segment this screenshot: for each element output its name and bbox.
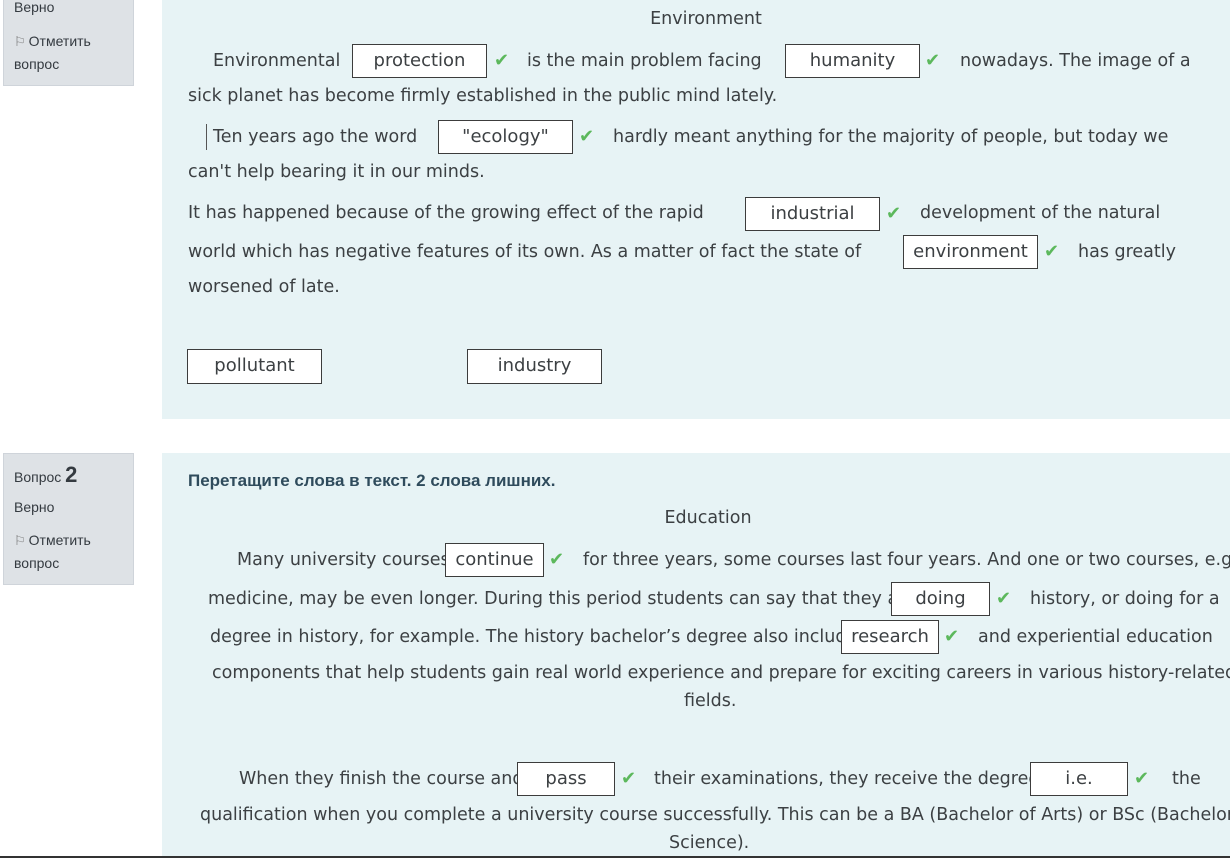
check-icon: ✔: [1134, 768, 1150, 789]
text-fragment: the: [1172, 769, 1201, 789]
text-fragment: their examinations, they receive the deg…: [654, 769, 1045, 789]
text-fragment: development of the natural: [920, 203, 1161, 223]
flag-question-button[interactable]: ⚐ Отметить вопрос: [14, 30, 91, 76]
question-content-2: Перетащите слова в текст. 2 слова лишних…: [162, 453, 1230, 858]
flag-label: Отметить: [28, 532, 91, 548]
text-fragment: Ten years ago the word: [213, 127, 418, 147]
text-fragment: can't help bearing it in our minds.: [188, 162, 485, 182]
question-state: Верно: [14, 499, 55, 515]
text-fragment: is the main problem facing: [527, 51, 762, 71]
text-fragment: It has happened because of the growing e…: [188, 203, 704, 223]
check-icon: ✔: [549, 549, 565, 570]
check-icon: ✔: [1044, 241, 1060, 262]
drop-zone-research[interactable]: research: [841, 620, 939, 654]
text-fragment: sick planet has become firmly establishe…: [188, 86, 778, 106]
question-label: Вопрос: [14, 469, 62, 485]
text-fragment: history, or doing for a: [1030, 589, 1220, 609]
drag-choice-pollutant[interactable]: pollutant: [187, 349, 322, 384]
text-fragment: fields.: [684, 691, 737, 711]
check-icon: ✔: [579, 126, 595, 147]
check-icon: ✔: [944, 626, 960, 647]
drop-zone-industrial[interactable]: industrial: [745, 197, 880, 231]
flag-label-2: вопрос: [14, 56, 60, 72]
check-icon: ✔: [494, 50, 510, 71]
drop-zone-doing[interactable]: doing: [891, 582, 990, 616]
question-info-1: Верно ⚐ Отметить вопрос: [3, 0, 134, 86]
flag-question-button[interactable]: ⚐ Отметить вопрос: [14, 529, 91, 575]
flag-label-2: вопрос: [14, 555, 60, 571]
text-fragment: and experiential education: [978, 627, 1213, 647]
text-fragment: world which has negative features of its…: [188, 242, 862, 262]
flag-icon: ⚐: [14, 533, 26, 548]
text-fragment: nowadays. The image of a: [960, 51, 1191, 71]
text-title: Education: [664, 508, 752, 528]
question-state: Верно: [14, 0, 55, 15]
text-fragment: Many university courses: [237, 550, 450, 570]
text-fragment: qualification when you complete a univer…: [200, 805, 1230, 825]
drop-zone-pass[interactable]: pass: [517, 762, 615, 796]
question-info-2: Вопрос 2 Верно ⚐ Отметить вопрос: [3, 453, 134, 585]
question-number-value: 2: [65, 462, 78, 487]
text-title: Environment: [650, 9, 762, 29]
question-content-1: Environment Environmental protection ✔ i…: [162, 0, 1230, 419]
text-fragment: components that help students gain real …: [212, 663, 1230, 683]
text-fragment: hardly meant anything for the majority o…: [613, 127, 1169, 147]
question-number: Вопрос 2: [14, 462, 77, 488]
check-icon: ✔: [621, 768, 637, 789]
drag-choice-industry[interactable]: industry: [467, 349, 602, 384]
check-icon: ✔: [925, 50, 941, 71]
text-fragment: medicine, may be even longer. During thi…: [208, 589, 916, 609]
text-fragment: for three years, some courses last four …: [583, 550, 1230, 570]
flag-icon: ⚐: [14, 34, 26, 49]
text-fragment: worsened of late.: [188, 277, 340, 297]
drop-zone-humanity[interactable]: humanity: [785, 44, 920, 78]
text-cursor: [206, 124, 207, 150]
drop-zone-continue[interactable]: continue: [445, 543, 544, 577]
question-prompt: Перетащите слова в текст. 2 слова лишних…: [188, 471, 556, 490]
drop-zone-environment[interactable]: environment: [903, 235, 1038, 269]
drop-zone-ecology[interactable]: "ecology": [438, 120, 573, 154]
drop-zone-protection[interactable]: protection: [352, 44, 487, 78]
text-fragment: Science).: [669, 833, 750, 853]
text-fragment: degree in history, for example. The hist…: [210, 627, 867, 647]
flag-label: Отметить: [28, 33, 91, 49]
check-icon: ✔: [886, 203, 902, 224]
check-icon: ✔: [996, 588, 1012, 609]
text-fragment: When they finish the course and: [239, 769, 524, 789]
text-fragment: Environmental: [213, 51, 341, 71]
text-fragment: has greatly: [1078, 242, 1176, 262]
drop-zone-ie[interactable]: i.e.: [1030, 762, 1128, 796]
